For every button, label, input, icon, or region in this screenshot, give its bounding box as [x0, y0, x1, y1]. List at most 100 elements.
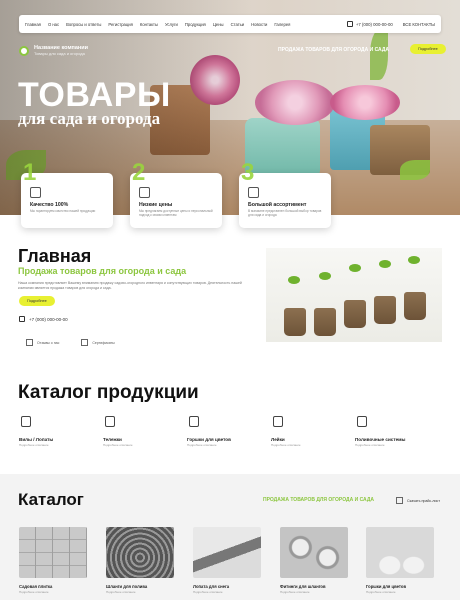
product-image — [280, 527, 348, 578]
product-title: Фитинги для шлангов — [280, 584, 326, 589]
product-desc: Подробное описание — [366, 590, 396, 594]
hero-subtitle: для сада и огорода — [18, 109, 161, 128]
seedlings-image — [266, 248, 442, 342]
product-catalog-title: Каталог продукции — [18, 382, 199, 403]
menu-item[interactable]: Регистрация — [108, 22, 132, 27]
peat-pot-graphic — [284, 308, 306, 336]
category-item[interactable]: Тележки Подробное описание — [103, 416, 183, 447]
hero-title: ТОВАРЫ — [18, 76, 171, 114]
menu-item[interactable]: Вопросы и ответы — [66, 22, 101, 27]
sprout-graphic — [379, 260, 391, 268]
main-title: Главная — [18, 246, 92, 266]
category-title: Горшки для цветов — [187, 437, 231, 442]
category-item[interactable]: Поливочные системы Подробное описание — [355, 416, 435, 447]
catalog-tagline: Продажа товаров для огорода и сада — [263, 497, 375, 503]
cart-icon — [105, 416, 115, 427]
nav-phone[interactable]: +7 (000) 000-00-00 — [346, 21, 393, 27]
menu-item[interactable]: Услуги — [165, 22, 178, 27]
category-title: Поливочные системы — [355, 437, 406, 442]
menu-item[interactable]: Статьи — [231, 22, 245, 27]
feature-desc: В магазине представлен большой выбор тов… — [248, 209, 322, 217]
category-item[interactable]: Лейки Подробное описание — [271, 416, 351, 447]
certificate-icon — [81, 339, 89, 346]
main-more-button[interactable]: Подробнее — [19, 296, 55, 306]
product-card[interactable]: Фитинги для шлангов Подробное описание — [280, 527, 348, 594]
product-image — [193, 527, 261, 578]
download-price-link[interactable]: Скачать прайс-лист — [396, 497, 440, 504]
download-label: Скачать прайс-лист — [407, 498, 440, 503]
category-desc: Подробное описание — [271, 443, 301, 447]
reviews-link[interactable]: Отзывы о нас — [26, 339, 59, 346]
menu-item[interactable]: Контакты — [140, 22, 158, 27]
sprout-graphic — [408, 256, 420, 264]
category-item[interactable]: Вилы / Лопаты Подробное описание — [19, 416, 99, 447]
main-links: Отзывы о нас Сертификаты — [26, 339, 115, 346]
product-card[interactable]: Лопата для снега Подробное описание — [193, 527, 261, 594]
feature-desc: Мы предлагаем доступные цены и персональ… — [139, 209, 213, 217]
category-item[interactable]: Горшки для цветов Подробное описание — [187, 416, 267, 447]
main-subtitle: Продажа товаров для огорода и сада — [18, 266, 187, 276]
sprout-graphic — [288, 276, 300, 284]
top-navbar: Главная О нас Вопросы и ответы Регистрац… — [19, 15, 441, 33]
feature-number: 2 — [132, 159, 146, 186]
feature-desc: Мы гарантируем качество нашей продукции — [30, 209, 96, 213]
quality-icon — [30, 187, 41, 198]
sprinkler-icon — [357, 416, 367, 427]
peat-pot-graphic — [344, 300, 366, 328]
certificates-link[interactable]: Сертификаты — [81, 339, 115, 346]
product-title: Садовая плитка — [19, 584, 53, 589]
menu-item[interactable]: Цены — [213, 22, 224, 27]
peat-pot-graphic — [314, 308, 336, 336]
sprout-graphic — [319, 272, 331, 280]
category-desc: Подробное описание — [19, 443, 49, 447]
feature-number: 3 — [241, 159, 255, 186]
product-image — [19, 527, 87, 578]
flower-pot-icon — [189, 416, 199, 427]
shovel-icon — [21, 416, 31, 427]
product-desc: Подробное описание — [19, 590, 49, 594]
menu-item[interactable]: Новости — [251, 22, 267, 27]
category-desc: Подробное описание — [103, 443, 133, 447]
hero-tagline: Продажа товаров для огорода и сада — [278, 47, 390, 53]
product-card[interactable]: Горшки для цветов Подробное описание — [366, 527, 434, 594]
feature-title: Качество 100% — [30, 202, 69, 208]
category-title: Лейки — [271, 437, 285, 442]
product-desc: Подробное описание — [193, 590, 223, 594]
product-image — [106, 527, 174, 578]
catalog-title: Каталог — [18, 490, 84, 509]
all-contacts-link[interactable]: ВСЕ КОНТАКТЫ — [403, 22, 435, 27]
product-title: Лопата для снега — [193, 584, 230, 589]
hero-more-button[interactable]: Подробнее — [410, 44, 446, 54]
menu-item[interactable]: Главная — [25, 22, 41, 27]
phone-icon — [19, 316, 25, 322]
assortment-icon — [248, 187, 259, 198]
main-description: Наша компания представляет Вашему вниман… — [18, 281, 242, 290]
feature-number: 1 — [23, 159, 37, 186]
product-card[interactable]: Шланги для полива Подробное описание — [106, 527, 174, 594]
product-title: Шланги для полива — [106, 584, 148, 589]
category-desc: Подробное описание — [187, 443, 217, 447]
watering-can-icon — [273, 416, 283, 427]
menu-item[interactable]: Галерея — [274, 22, 290, 27]
product-title: Горшки для цветов — [366, 584, 407, 589]
menu-item[interactable]: О нас — [48, 22, 59, 27]
feature-card: 2 Низкие цены Мы предлагаем доступные це… — [130, 159, 222, 228]
menu-item[interactable]: Продукция — [185, 22, 206, 27]
product-card[interactable]: Садовая плитка Подробное описание — [19, 527, 87, 594]
product-image — [366, 527, 434, 578]
logo-icon — [19, 45, 29, 56]
main-phone[interactable]: +7 (000) 000-00-00 — [19, 316, 68, 322]
nav-phone-number: +7 (000) 000-00-00 — [355, 21, 393, 27]
main-menu: Главная О нас Вопросы и ответы Регистрац… — [25, 22, 347, 27]
feature-card: 1 Качество 100% Мы гарантируем качество … — [21, 159, 113, 228]
category-desc: Подробное описание — [355, 443, 385, 447]
main-phone-number: +7 (000) 000-00-00 — [29, 316, 68, 322]
tile-pattern — [19, 527, 87, 578]
product-desc: Подробное описание — [106, 590, 136, 594]
peat-pot-graphic — [404, 292, 426, 320]
sprout-graphic — [349, 264, 361, 272]
brand[interactable]: Название компании Товары для сада и огор… — [19, 45, 88, 56]
peat-pot-graphic — [374, 296, 396, 324]
reviews-label: Отзывы о нас — [37, 340, 60, 345]
company-tagline: Товары для сада и огорода — [34, 51, 85, 56]
